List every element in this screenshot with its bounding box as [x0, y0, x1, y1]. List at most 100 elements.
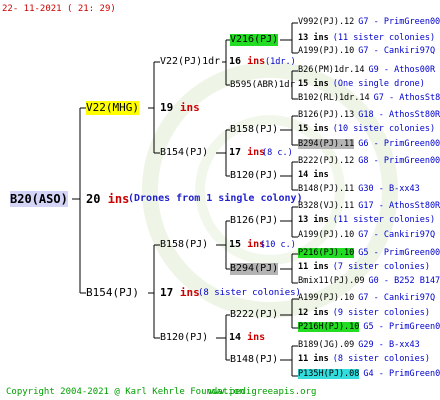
gen2-note-2: (10 c.)	[260, 240, 296, 250]
gen4-bee[interactable]: A199(PJ).10	[298, 293, 354, 303]
gen4-bee[interactable]: 14 ins	[298, 170, 329, 180]
gen2-bee-0[interactable]: V22(PJ)1dr	[160, 56, 220, 68]
gen4-bee[interactable]: B189(JG).09	[298, 340, 354, 350]
gen4-bee[interactable]: B148(PJ).11	[298, 184, 354, 194]
gen4-row[interactable]: V992(PJ).12 G7 - PrimGreen00	[298, 17, 440, 28]
gen2-ins-3: 14 ins	[229, 332, 265, 344]
gen4-row[interactable]: B189(JG).09 G29 - B-xx43	[298, 340, 420, 351]
gen4-row[interactable]: B222(PJ).12 G8 - PrimGreen00	[298, 156, 440, 167]
gen3-bee-4[interactable]: B126(PJ)	[230, 215, 278, 227]
gen4-row[interactable]: A199(PJ).10 G7 - Cankiri97Q	[298, 230, 435, 241]
gen4-code: G7 - Cankiri97Q	[358, 46, 436, 56]
gen4-bee[interactable]: 12 ins	[298, 308, 329, 318]
gen1-ins-label-1: ins	[179, 286, 200, 299]
gen4-row[interactable]: B126(PJ).13 G18 - AthosSt80R	[298, 110, 440, 121]
gen4-code: G4 - PrimGreen00	[363, 369, 440, 379]
root-ins-value: 20	[86, 192, 101, 206]
gen4-row[interactable]: P216(PJ).10 G5 - PrimGreen00	[298, 248, 440, 259]
gen4-bee[interactable]: 13 ins	[298, 33, 329, 43]
gen4-bee[interactable]: V992(PJ).12	[298, 17, 354, 27]
gen4-code: G7 - AthosSt80R	[373, 93, 440, 103]
gen4-row[interactable]: 11 ins (8 sister colonies)	[298, 354, 430, 365]
gen4-code: (10 sister colonies)	[332, 124, 436, 134]
gen4-bee[interactable]: B294(PJ).11	[298, 139, 355, 149]
root-ins-label: ins	[107, 192, 130, 206]
gen2-bee-3[interactable]: B120(PJ)	[160, 332, 208, 344]
root-note: (Drones from 1 single colony)	[128, 193, 303, 204]
gen4-code: G5 - PrimGreen00	[363, 322, 440, 332]
gen4-bee[interactable]: 15 ins	[298, 79, 329, 89]
gen4-bee[interactable]: 11 ins	[298, 354, 329, 364]
gen4-row[interactable]: A199(PJ).10 G7 - Cankiri97Q	[298, 293, 435, 304]
gen4-row[interactable]: B148(PJ).11 G30 - B-xx43	[298, 184, 420, 195]
gen3-bee-0[interactable]: V216(PJ)	[230, 34, 279, 46]
gen2-ins-label-3: ins	[247, 332, 266, 343]
gen4-bee[interactable]: B328(VJ).11	[298, 201, 354, 211]
gen3-bee-6[interactable]: B222(PJ)	[230, 309, 278, 321]
gen4-code: (9 sister colonies)	[332, 308, 430, 318]
pedigree-chart: 22- 11-2021 ( 21: 29) Copyright 2004-202…	[0, 0, 440, 400]
gen4-bee[interactable]: B222(PJ).12	[298, 156, 354, 166]
gen4-row[interactable]: A199(PJ).10 G7 - Cankiri97Q	[298, 46, 435, 57]
gen1-bee-0[interactable]: V22(MHG)	[86, 101, 139, 115]
gen4-bee[interactable]: B26(PM)1dr.14	[298, 65, 365, 75]
gen3-bee-7[interactable]: B148(PJ)	[230, 354, 278, 366]
gen4-bee[interactable]: B102(RL)1dr.14	[298, 93, 370, 103]
gen2-ins-value-3: 14	[229, 332, 242, 343]
timestamp: 22- 11-2021 ( 21: 29)	[2, 4, 116, 14]
gen4-row[interactable]: 12 ins (9 sister colonies)	[298, 308, 430, 319]
gen1-ins-value-1: 17	[160, 286, 174, 299]
gen4-bee[interactable]: A199(PJ).10	[298, 46, 354, 56]
gen4-row[interactable]: P135H(PJ).08 G4 - PrimGreen00	[298, 369, 440, 380]
gen4-code: G9 - Athos00R	[368, 65, 436, 75]
gen4-row[interactable]: 14 ins	[298, 170, 333, 181]
gen1-ins-1: 17 ins	[160, 286, 200, 300]
gen4-code: G17 - AthosSt80R	[358, 201, 440, 211]
gen4-row[interactable]: B294(PJ).11 G6 - PrimGreen00	[298, 139, 440, 150]
gen4-bee[interactable]: P135H(PJ).08	[298, 369, 360, 379]
gen3-bee-3[interactable]: B120(PJ)	[230, 170, 278, 182]
gen4-row[interactable]: 15 ins (10 sister colonies)	[298, 124, 435, 135]
gen4-row[interactable]: 13 ins (11 sister colonies)	[298, 215, 435, 226]
gen4-row[interactable]: B102(RL)1dr.14G7 - AthosSt80R	[298, 93, 440, 104]
gen4-bee[interactable]: B126(PJ).13	[298, 110, 354, 120]
gen3-bee-1[interactable]: B595(ABR)1dr	[230, 79, 295, 91]
gen4-code: G0 - B252 B147 B	[368, 276, 440, 286]
gen4-code: G7 - Cankiri97Q	[358, 293, 436, 303]
gen4-code: G5 - PrimGreen00	[358, 248, 440, 258]
site-link[interactable]: www.pedigreeapis.org	[208, 386, 316, 398]
root-bee[interactable]: B20(ASO)	[10, 191, 68, 207]
gen2-ins-value-2: 15	[229, 239, 242, 250]
gen4-code: G30 - B-xx43	[358, 184, 420, 194]
gen4-bee[interactable]: P216(PJ).10	[298, 248, 355, 258]
gen3-bee-5[interactable]: B294(PJ)	[230, 263, 279, 275]
gen2-bee-1[interactable]: B154(PJ)	[160, 147, 208, 159]
gen4-bee[interactable]: P216H(PJ).10	[298, 322, 360, 332]
gen4-bee[interactable]: 11 ins	[298, 262, 329, 272]
gen2-ins-0: 16 ins	[229, 56, 265, 68]
gen4-bee[interactable]: A199(PJ).10	[298, 230, 354, 240]
gen3-bee-2[interactable]: B158(PJ)	[230, 124, 278, 136]
gen4-row[interactable]: Bmix11(PJ).09G0 - B252 B147 B	[298, 276, 440, 287]
gen4-row[interactable]: 13 ins (11 sister colonies)	[298, 33, 435, 44]
gen4-bee[interactable]: 15 ins	[298, 124, 329, 134]
gen4-code: G29 - B-xx43	[358, 340, 420, 350]
gen2-note-0: (1dr.)	[265, 57, 296, 67]
gen4-code: G8 - PrimGreen00	[358, 156, 440, 166]
gen4-row[interactable]: 11 ins (7 sister colonies)	[298, 262, 430, 273]
gen4-row[interactable]: 15 ins (One single drone)	[298, 79, 425, 90]
gen4-bee[interactable]: Bmix11(PJ).09	[298, 276, 365, 286]
gen4-row[interactable]: B26(PM)1dr.14 G9 - Athos00R	[298, 65, 435, 76]
gen4-row[interactable]: B328(VJ).11 G17 - AthosSt80R	[298, 201, 440, 212]
gen4-code: G7 - Cankiri97Q	[358, 230, 436, 240]
gen1-note-1: (8 sister colonies)	[198, 288, 301, 298]
gen4-code: G18 - AthosSt80R	[358, 110, 440, 120]
gen4-row[interactable]: P216H(PJ).10 G5 - PrimGreen00	[298, 322, 440, 333]
gen4-code: (One single drone)	[332, 79, 425, 89]
gen1-bee-1[interactable]: B154(PJ)	[86, 286, 139, 300]
gen4-bee[interactable]: 13 ins	[298, 215, 329, 225]
root-ins: 20 ins	[86, 191, 129, 207]
gen2-bee-2[interactable]: B158(PJ)	[160, 239, 208, 251]
gen2-ins-value-1: 17	[229, 147, 242, 158]
gen4-code: (7 sister colonies)	[332, 262, 430, 272]
